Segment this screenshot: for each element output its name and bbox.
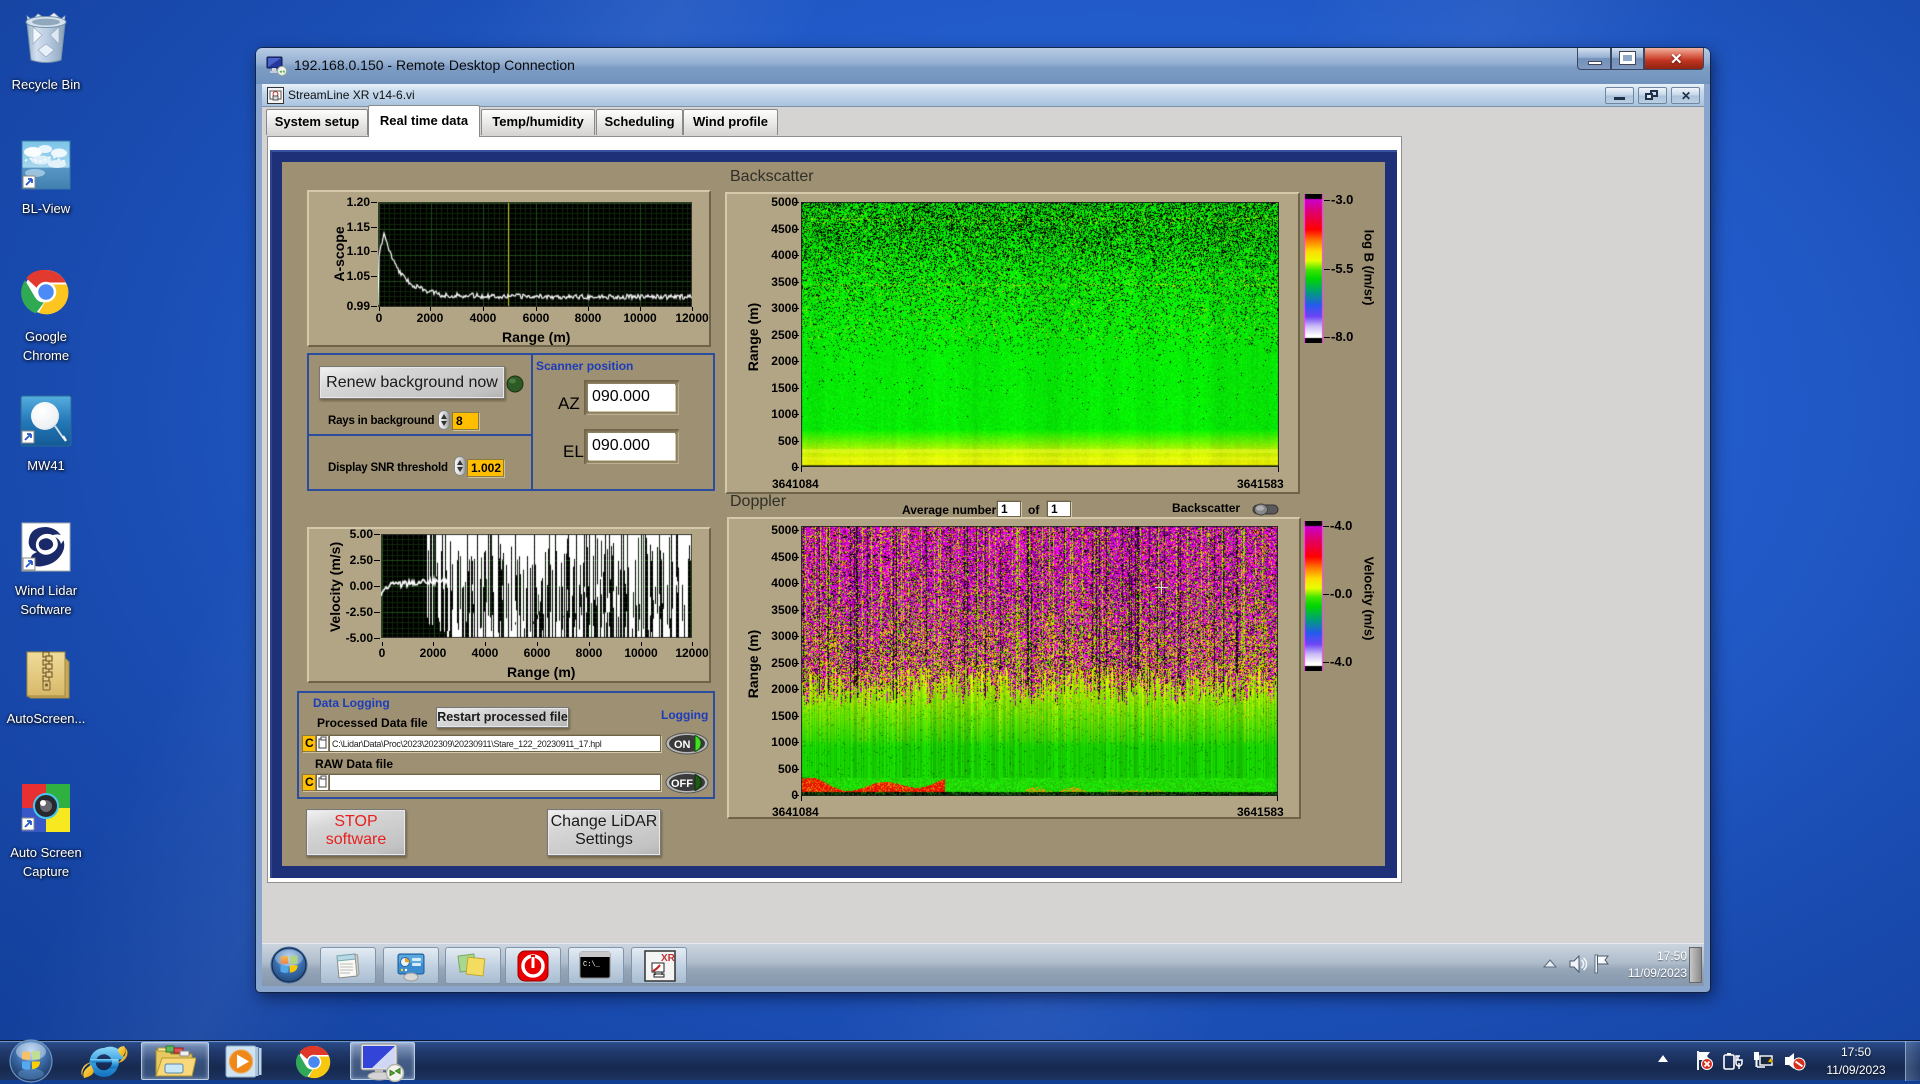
svg-text:C:\_: C:\_ <box>583 961 601 969</box>
svg-text:OFF: OFF <box>671 778 693 790</box>
svg-text:XR: XR <box>661 953 676 964</box>
svg-text:ON: ON <box>674 739 691 751</box>
